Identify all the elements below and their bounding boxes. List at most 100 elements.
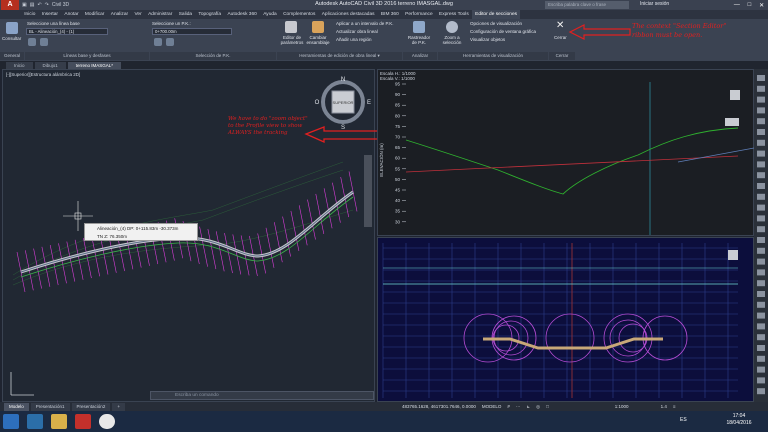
menu-tab[interactable]: Ver [131, 10, 145, 19]
strip-tool-icon [757, 312, 765, 319]
strip-tool-icon [757, 258, 765, 265]
strip-tool-icon [757, 139, 765, 146]
menu-tab[interactable]: Complementos [280, 10, 319, 19]
menu-tab[interactable]: Ayuda [260, 10, 280, 19]
close-button[interactable]: ✕ [759, 2, 764, 9]
menu-tab[interactable]: Autodesk 360 [224, 10, 260, 19]
coordinates-readout[interactable]: 483765.1628, 4617301.7646, 0.0000 [402, 404, 476, 409]
offset-tool-icon[interactable] [40, 38, 48, 46]
profile-y-tick: 50 [395, 177, 401, 182]
profile-y-tick: 35 [395, 209, 401, 214]
profile-y-tick: 85 [395, 103, 401, 108]
model-space-toggle[interactable]: MODELO [482, 404, 502, 409]
view-objects-button[interactable]: Visualizar objetos [470, 37, 505, 42]
parameter-editor-button[interactable]: Editor de parámetros [279, 35, 305, 45]
strip-tool-icon [757, 107, 765, 114]
consultar-button[interactable]: Consultar [2, 36, 21, 41]
menu-tab[interactable]: Editor de secciones [471, 10, 521, 19]
station-tick [348, 171, 358, 212]
strip-tool-icon [757, 280, 765, 287]
layout-tab[interactable]: Presentación2 [71, 402, 111, 411]
file-explorer-icon[interactable] [51, 414, 67, 429]
ortho-icon[interactable]: ⊾ [526, 404, 530, 410]
strip-tool-icon [757, 269, 765, 276]
station-tick [257, 233, 266, 274]
menu-tab[interactable]: Topografía [195, 10, 224, 19]
station-tracker-button[interactable]: Rastreador de P.K. [405, 35, 433, 45]
strip-tool-icon [757, 172, 765, 179]
window-controls: — □ ✕ [730, 0, 768, 10]
layout-tab[interactable]: + [112, 402, 125, 411]
menu-tab[interactable]: Anotar [61, 10, 82, 19]
grid-icon[interactable]: # [507, 404, 510, 409]
menu-tab[interactable]: BIM 360 [378, 10, 402, 19]
consultar-icon[interactable] [6, 22, 18, 34]
strip-tool-icon [757, 204, 765, 211]
change-assembly-icon[interactable] [312, 21, 324, 33]
menu-tab[interactable]: Insertar [39, 10, 62, 19]
viewport-config-button[interactable]: Configuración de ventana gráfica [470, 29, 536, 34]
profile-y-tick: 95 [395, 82, 401, 87]
pk-input[interactable]: 0+700.00m [152, 28, 232, 35]
osnap-icon[interactable]: □ [546, 404, 549, 409]
zoom-level[interactable]: 1.4 [661, 404, 667, 409]
strip-tool-icon [757, 291, 765, 297]
profile-y-tick: 30 [395, 219, 401, 224]
polar-icon[interactable]: ◎ [536, 404, 540, 410]
apply-interval-button[interactable]: Aplicar a un intervalo de P.K. [336, 21, 393, 26]
maximize-button[interactable]: □ [748, 2, 752, 8]
profile-viewport[interactable]: Escala H.: 1/1000 Escala V.: 1/1000 95 90… [377, 69, 755, 236]
acrobat-icon[interactable] [75, 414, 91, 429]
tooltip-row-alignment: Alineación_(4) DP: 0+115.83m -30.373m [97, 226, 179, 231]
file-tabs: Inicio Dibujo1 terreno IMASGAL* [0, 61, 768, 69]
update-corridor-button[interactable]: Actualizar obra lineal [336, 29, 378, 34]
sign-in-link[interactable]: Iniciar sesión [640, 1, 669, 7]
layout-tab[interactable]: Modelo [4, 402, 29, 411]
menu-tab[interactable]: Salida [176, 10, 196, 19]
snap-icon[interactable]: ⋯ [516, 404, 521, 410]
annotation-scale[interactable]: 1:1000 [615, 404, 629, 409]
change-assembly-button[interactable]: Cambiar ensamblaje [305, 35, 331, 45]
menu-tab[interactable]: Inicio [21, 10, 39, 19]
station-tick [307, 199, 316, 240]
close-editor-button[interactable]: Cerrar [554, 35, 567, 40]
close-editor-icon[interactable]: ✕ [556, 20, 564, 31]
clock[interactable]: 17:04 18/04/2016 [712, 413, 766, 427]
baseline-tool-icon[interactable] [28, 38, 36, 46]
file-tab[interactable]: Inicio [6, 62, 33, 69]
file-tab[interactable]: Dibujo1 [34, 62, 66, 69]
next-pk-icon[interactable] [166, 38, 174, 46]
parameter-editor-icon[interactable] [285, 21, 297, 33]
annotation-arrow-zoom [304, 126, 381, 144]
menu-tab[interactable]: Performance [402, 10, 436, 19]
menu-tab[interactable]: Modificar [82, 10, 108, 19]
svg-text:O: O [315, 100, 320, 106]
profile-y-tick: 65 [395, 145, 401, 150]
alignment-select[interactable]: BL - Alineación_(4) - (1) [26, 28, 108, 35]
start-icon[interactable] [3, 414, 19, 429]
search-input[interactable]: Escriba palabra clave o frase [545, 1, 629, 9]
civil3d-taskbar-icon[interactable] [27, 414, 43, 429]
settings-icon[interactable]: ≡ [673, 404, 676, 409]
station-tracker-tooltip: Alineación_(4) DP: 0+115.83m -30.373m TN… [84, 223, 198, 241]
menu-tab[interactable]: Express Tools [436, 10, 472, 19]
menu-tab[interactable]: Analizar [108, 10, 132, 19]
command-line-input[interactable]: Escriba un comando [150, 391, 374, 400]
panel-station-label: Selección de P.K. [150, 52, 276, 60]
previous-pk-icon[interactable] [154, 38, 162, 46]
station-tick [315, 193, 325, 235]
section-viewport[interactable] [377, 237, 754, 402]
display-options-button[interactable]: Opciones de visualización [470, 21, 522, 26]
minimize-button[interactable]: — [734, 2, 740, 8]
language-indicator[interactable]: ES [680, 417, 687, 423]
base-line-label: Seleccione una línea base [27, 21, 80, 26]
add-region-button[interactable]: Añadir una región [336, 37, 372, 42]
chrome-icon[interactable] [99, 414, 115, 429]
file-tab[interactable]: terreno IMASGAL* [67, 62, 122, 69]
layout-tab[interactable]: Presentación1 [30, 402, 70, 411]
zoom-selection-icon[interactable] [446, 21, 458, 33]
station-tracker-icon[interactable] [413, 21, 425, 33]
menu-tab[interactable]: Aplicaciones destacadas [319, 10, 378, 19]
zoom-selection-button[interactable]: Zoom a selección [438, 35, 466, 45]
menu-tab[interactable]: Administrar [145, 10, 176, 19]
